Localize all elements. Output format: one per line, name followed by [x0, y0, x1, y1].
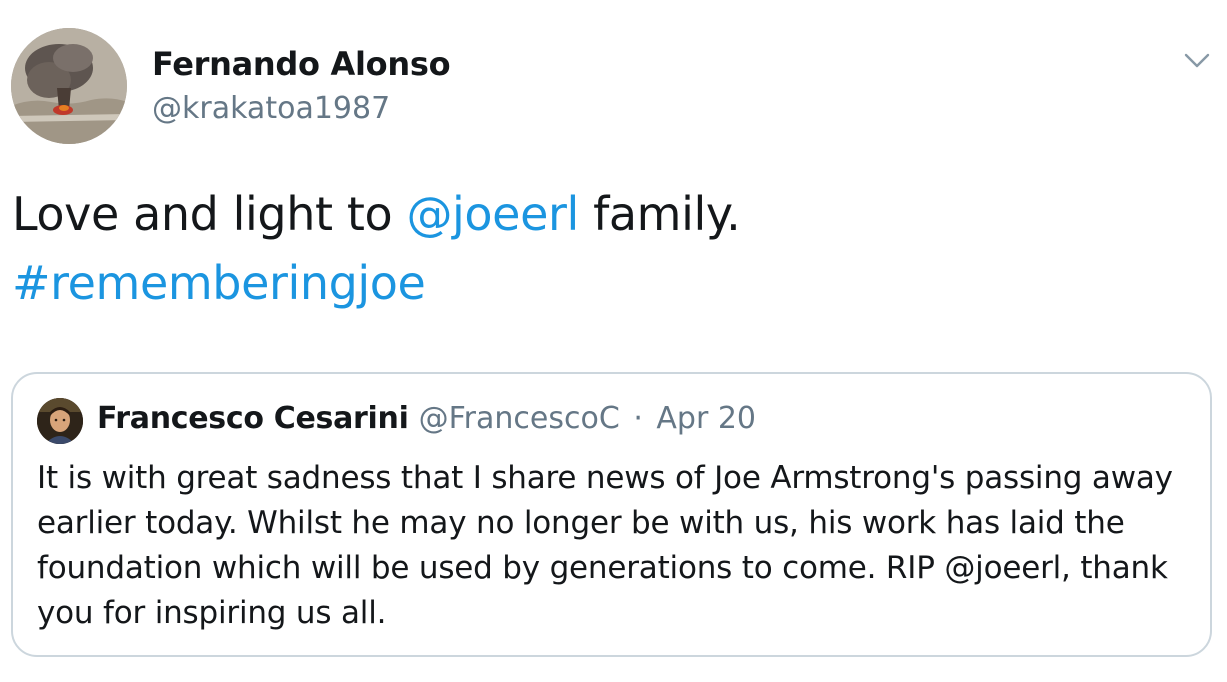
author-name[interactable]: Fernando Alonso [152, 45, 451, 83]
chevron-down-icon[interactable] [1182, 46, 1212, 76]
mention-link[interactable]: @joeerl [406, 187, 579, 241]
author-avatar[interactable] [11, 28, 127, 144]
quoted-author-name[interactable]: Francesco Cesarini [97, 401, 409, 436]
author-handle[interactable]: @krakatoa1987 [152, 91, 390, 126]
quoted-author-avatar[interactable] [37, 398, 83, 444]
quoted-header: Francesco Cesarini @FrancescoC · Apr 20 [97, 401, 756, 436]
quoted-tweet[interactable]: Francesco Cesarini @FrancescoC · Apr 20 I… [11, 372, 1212, 657]
tweet-text: Love and light to @joeerl family. #rememb… [12, 180, 1202, 318]
hashtag-link[interactable]: #rememberingjoe [12, 256, 426, 310]
tweet-text-part: family. [578, 187, 741, 241]
quoted-text: It is with great sadness that I share ne… [37, 460, 1173, 631]
meta-separator: · [633, 401, 643, 436]
quoted-date[interactable]: Apr 20 [656, 401, 756, 436]
quoted-author-handle[interactable]: @FrancescoC [419, 401, 620, 436]
tweet-text-part: Love and light to [12, 187, 407, 241]
tweet: Fernando Alonso @krakatoa1987 Love and l… [0, 0, 1227, 682]
